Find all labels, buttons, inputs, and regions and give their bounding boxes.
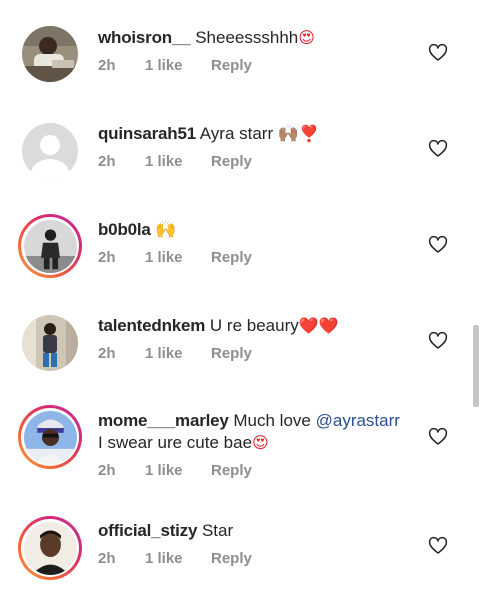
- comment-body: talentednkem U re beaury❤️❤️: [98, 315, 420, 338]
- comment-username[interactable]: quinsarah51: [98, 124, 196, 143]
- mention-link[interactable]: @ayrastarr: [316, 411, 400, 430]
- comment-time: 2h: [98, 550, 116, 567]
- default-avatar-icon: [22, 123, 78, 179]
- comment-time: 2h: [98, 153, 116, 170]
- comment-username[interactable]: talentednkem: [98, 316, 205, 335]
- avatar[interactable]: [18, 22, 82, 86]
- comment-time: 2h: [98, 462, 116, 479]
- emoji: ❤️❤️: [298, 318, 339, 335]
- emoji: 😍: [252, 435, 269, 452]
- comment-meta: 2h 1 like Reply: [98, 57, 252, 74]
- comment-meta: 2h 1 like Reply: [98, 462, 252, 479]
- comment-meta: 2h 1 like Reply: [98, 153, 252, 170]
- comment-username[interactable]: mome___marley: [98, 411, 229, 430]
- reply-button[interactable]: Reply: [211, 249, 252, 266]
- comment-meta: 2h 1 like Reply: [98, 345, 252, 362]
- reply-button[interactable]: Reply: [211, 550, 252, 567]
- comment-body: official_stizy Star: [98, 520, 420, 542]
- avatar-story-ring[interactable]: [18, 516, 82, 580]
- reply-button[interactable]: Reply: [211, 57, 252, 74]
- comment-likes[interactable]: 1 like: [145, 345, 211, 362]
- comment-text: Star: [201, 521, 234, 540]
- comment-likes[interactable]: 1 like: [145, 153, 211, 170]
- comment-likes[interactable]: 1 like: [145, 550, 211, 567]
- emoji: 😍: [298, 30, 315, 47]
- comment-username[interactable]: whoisron__: [98, 28, 191, 47]
- comment-body: quinsarah51 Ayra starr 🙌🏽❣️: [98, 123, 420, 146]
- comment-text: Sheeessshhh: [195, 28, 299, 47]
- comment-text: Much love: [233, 411, 311, 430]
- avatar-photo: [23, 521, 77, 575]
- comment-meta: 2h 1 like Reply: [98, 249, 252, 266]
- comment-body: b0b0la 🙌: [98, 219, 420, 241]
- comment-likes[interactable]: 1 like: [145, 249, 211, 266]
- heart-outline-icon[interactable]: [428, 139, 448, 159]
- heart-outline-icon[interactable]: [428, 427, 448, 447]
- emoji: ❣️: [299, 126, 319, 143]
- avatar-photo: [23, 410, 77, 464]
- comment-text: U re beaury: [209, 316, 299, 335]
- avatar-photo: [22, 26, 78, 82]
- heart-outline-icon[interactable]: [428, 235, 448, 255]
- heart-outline-icon[interactable]: [428, 43, 448, 63]
- comment-text: Ayra starr 🙌🏽: [199, 124, 300, 143]
- heart-outline-icon[interactable]: [428, 536, 448, 556]
- comment-likes[interactable]: 1 like: [145, 57, 211, 74]
- avatar-story-ring[interactable]: [18, 214, 82, 278]
- comment-body: whoisron__ Sheeessshhh😍: [98, 27, 420, 50]
- avatar-story-ring[interactable]: [18, 405, 82, 469]
- comment-text-line-2: I swear ure cute bae: [98, 433, 253, 452]
- avatar[interactable]: [18, 311, 82, 375]
- heart-outline-icon[interactable]: [428, 331, 448, 351]
- scrollbar-thumb[interactable]: [473, 325, 479, 407]
- avatar[interactable]: [18, 119, 82, 183]
- comment-body: mome___marley Much love @ayrastarr I swe…: [98, 410, 420, 455]
- reply-button[interactable]: Reply: [211, 153, 252, 170]
- comment-username[interactable]: official_stizy: [98, 521, 197, 540]
- avatar-photo: [22, 315, 78, 371]
- comment-likes[interactable]: 1 like: [145, 462, 211, 479]
- avatar-photo: [23, 219, 77, 273]
- comment-time: 2h: [98, 345, 116, 362]
- reply-button[interactable]: Reply: [211, 462, 252, 479]
- reply-button[interactable]: Reply: [211, 345, 252, 362]
- comment-time: 2h: [98, 249, 116, 266]
- comment-username[interactable]: b0b0la: [98, 220, 151, 239]
- comment-meta: 2h 1 like Reply: [98, 550, 252, 567]
- comment-time: 2h: [98, 57, 116, 74]
- comment-text: 🙌: [155, 220, 177, 239]
